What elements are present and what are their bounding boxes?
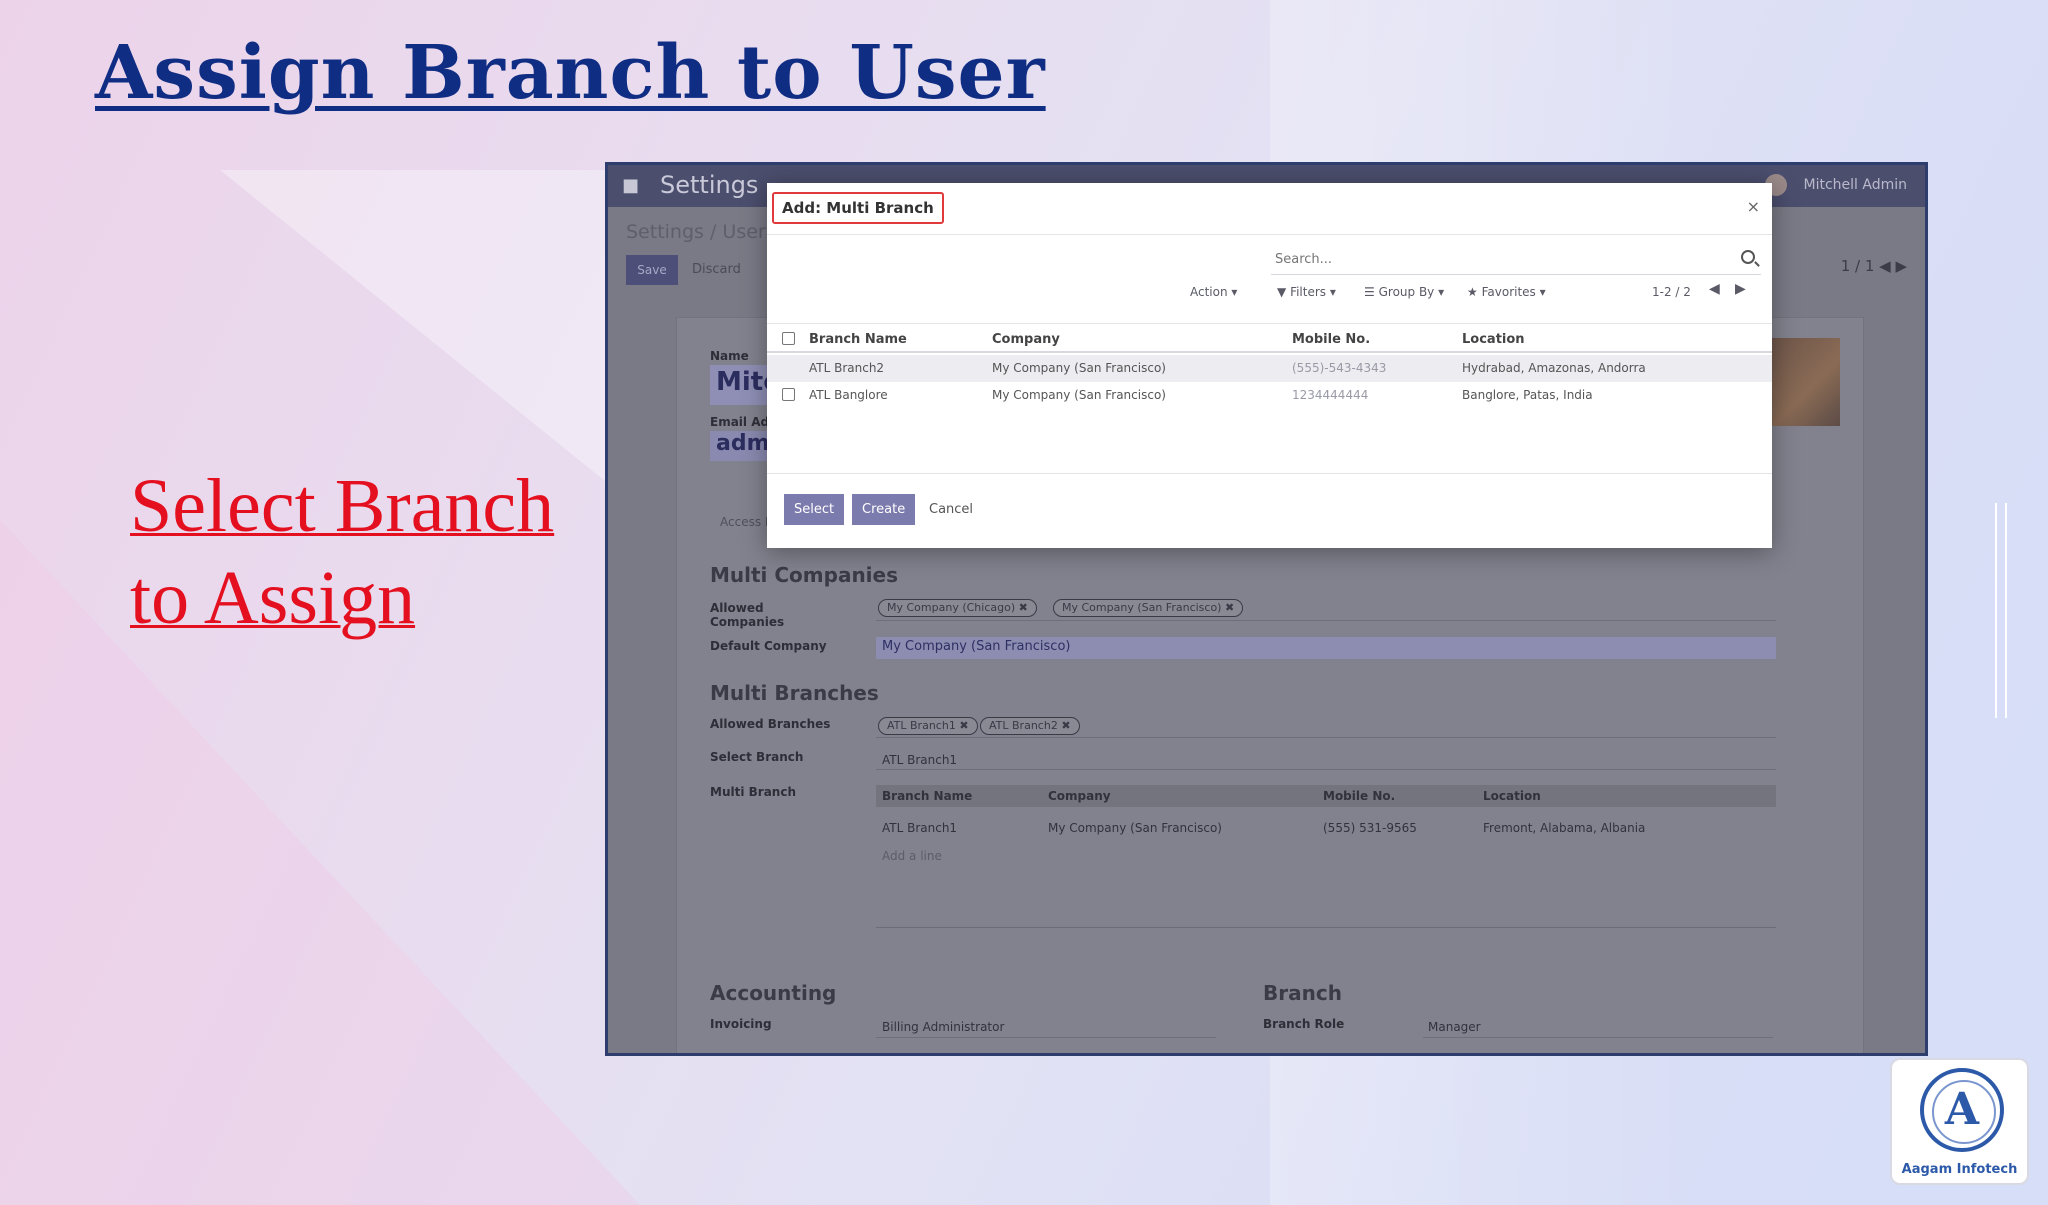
col-location: Location [1483,789,1541,803]
allowed-companies-field[interactable] [876,620,1776,621]
close-icon[interactable]: × [1747,197,1760,216]
search-icon[interactable] [1741,250,1755,264]
action-label: Action [1190,285,1228,299]
col-location[interactable]: Location [1462,332,1525,347]
divider [876,927,1776,928]
company-tag[interactable]: My Company (San Francisco) ✖ [1053,599,1244,617]
record-pager[interactable]: 1 / 1 ◀ ▶ [1841,257,1907,275]
location-cell: Banglore, Patas, India [1462,388,1593,402]
pager: 1-2 / 2 [1652,285,1691,299]
multi-branches-title: Multi Branches [710,681,879,705]
mobile-cell: 1234444444 [1292,388,1369,402]
multi-branch-label: Multi Branch [710,785,796,799]
pager-value: 1-2 / 2 [1652,285,1691,299]
favorites-label: Favorites [1481,285,1536,299]
add-line-link[interactable]: Add a line [882,849,942,863]
app-screenshot: ■ Settings Mitchell Admin Settings / Use… [605,162,1928,1056]
tag-label: My Company (San Francisco) [1062,601,1222,614]
pager-prev-icon[interactable]: ◀ [1709,281,1720,297]
slide-caption: Select Branch to Assign [130,464,555,640]
branch-table-header: Branch Name Company Mobile No. Location [767,323,1772,353]
pager-value: 1 / 1 [1840,257,1875,275]
invoicing-select[interactable]: Billing Administrator [882,1020,1004,1034]
table-row[interactable]: ATL Branch2 My Company (San Francisco) (… [767,355,1772,382]
allowed-branches-label: Allowed Branches [710,717,831,731]
default-company-field[interactable]: My Company (San Francisco) [876,637,1776,659]
filters-dropdown[interactable]: ▼ Filters ▾ [1277,285,1336,299]
tag-label: ATL Branch2 [989,719,1058,732]
logo-text: Aagam Infotech [1901,1162,2018,1177]
table-cell[interactable]: (555) 531-9565 [1323,821,1417,835]
groupby-label: Group By [1378,285,1435,299]
select-button[interactable]: Select [784,494,845,525]
table-cell[interactable]: ATL Branch1 [882,821,957,835]
search-input[interactable] [1271,245,1721,273]
allowed-companies-label: Allowed Companies [710,601,785,629]
slide-title: Assign Branch to User [95,30,1046,116]
multi-companies-title: Multi Companies [710,563,899,587]
user-photo[interactable] [1760,338,1840,426]
pager-next-icon[interactable]: ▶ [1735,281,1746,297]
favorites-dropdown[interactable]: ★ Favorites ▾ [1467,285,1546,299]
select-branch-label: Select Branch [710,750,804,764]
cancel-button[interactable]: Cancel [919,494,983,525]
branch-name-cell: ATL Branch2 [809,361,885,375]
select-branch-field[interactable]: ATL Branch1 [882,753,957,767]
star-icon: ★ [1467,285,1478,299]
branch-tag[interactable]: ATL Branch1 ✖ [878,717,978,735]
breadcrumb[interactable]: Settings / Users [626,221,776,243]
dialog-footer: Select Create Cancel [767,473,1772,548]
default-company-label: Default Company [710,639,827,653]
branch-section-title: Branch [1263,981,1342,1005]
dialog-title: Add: Multi Branch [772,192,944,224]
accounting-title: Accounting [710,981,837,1005]
allowed-branches-field[interactable] [876,737,1776,738]
dialog-header: Add: Multi Branch × [767,183,1772,235]
table-cell[interactable]: Fremont, Alabama, Albania [1483,821,1645,835]
search-bar [1271,245,1761,275]
row-checkbox[interactable] [782,388,795,401]
tag-label: My Company (Chicago) [887,601,1016,614]
groupby-icon: ☰ [1364,285,1375,299]
user-menu[interactable]: Mitchell Admin [1804,177,1908,193]
branch-role-underline [1423,1037,1773,1038]
action-dropdown[interactable]: Action ▾ [1190,285,1237,299]
branch-tag[interactable]: ATL Branch2 ✖ [980,717,1080,735]
col-mobile: Mobile No. [1323,789,1396,803]
tag-label: ATL Branch1 [887,719,956,732]
branch-role-select[interactable]: Manager [1428,1020,1481,1034]
logo-letter: A [1944,1084,1980,1135]
company-cell: My Company (San Francisco) [992,388,1166,402]
col-branch-name[interactable]: Branch Name [809,332,907,347]
location-cell: Hydrabad, Amazonas, Andorra [1462,361,1646,375]
filter-icon: ▼ [1277,285,1287,299]
apps-menu-icon[interactable]: ■ [622,175,639,196]
invoicing-underline [876,1037,1216,1038]
company-tag[interactable]: My Company (Chicago) ✖ [878,599,1037,617]
filters-label: Filters [1290,285,1327,299]
mobile-cell: (555)-543-4343 [1292,361,1387,375]
create-button[interactable]: Create [852,494,916,525]
company-cell: My Company (San Francisco) [992,361,1166,375]
groupby-dropdown[interactable]: ☰ Group By ▾ [1364,285,1444,299]
select-all-checkbox[interactable] [782,332,795,345]
add-multi-branch-dialog: Add: Multi Branch × Action ▾ ▼ Filters ▾… [767,183,1772,548]
invoicing-label: Invoicing [710,1017,772,1031]
select-branch-underline [876,769,1776,770]
table-cell[interactable]: My Company (San Francisco) [1048,821,1222,835]
app-title: Settings [660,171,759,199]
save-button[interactable]: Save [626,255,678,285]
col-company: Company [1048,789,1111,803]
logo-emblem: A [1920,1068,2004,1152]
company-logo: A Aagam Infotech [1890,1058,2029,1185]
col-mobile[interactable]: Mobile No. [1292,332,1370,347]
branch-role-label: Branch Role [1263,1017,1345,1031]
decorative-lines [1995,503,2007,718]
table-row[interactable]: ATL Banglore My Company (San Francisco) … [767,382,1772,409]
col-company[interactable]: Company [992,332,1060,347]
discard-button[interactable]: Discard [692,255,752,285]
col-branch-name: Branch Name [882,789,973,803]
name-label: Name [710,349,749,363]
branch-name-cell: ATL Banglore [809,388,888,402]
